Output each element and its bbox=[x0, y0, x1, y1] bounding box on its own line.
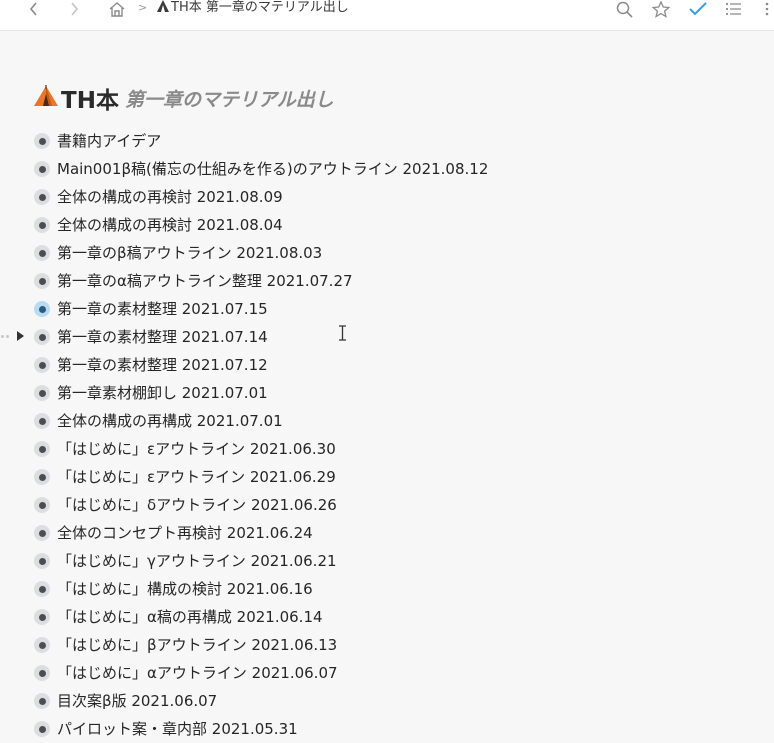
list-item-label[interactable]: 「はじめに」βアウトライン 2021.06.13 bbox=[57, 631, 337, 659]
bullet-icon[interactable] bbox=[34, 637, 50, 653]
list-item-label[interactable]: 「はじめに」構成の検討 2021.06.16 bbox=[57, 575, 313, 603]
list-item[interactable]: 「はじめに」εアウトライン 2021.06.30 bbox=[0, 435, 774, 463]
list-item-label[interactable]: 「はじめに」εアウトライン 2021.06.30 bbox=[57, 435, 336, 463]
list-item-label[interactable]: 第一章のα稿アウトライン整理 2021.07.27 bbox=[57, 267, 353, 295]
tent-emoji bbox=[33, 85, 59, 111]
chevron-right-icon: > bbox=[138, 1, 148, 14]
bullet-icon[interactable] bbox=[34, 497, 50, 513]
list-item-label[interactable]: Main001β稿(備忘の仕組みを作る)のアウトライン 2021.08.12 bbox=[57, 155, 488, 183]
list-item-label[interactable]: 全体の構成の再検討 2021.08.04 bbox=[57, 211, 283, 239]
bullet-icon[interactable] bbox=[34, 329, 50, 345]
list-item[interactable]: 第一章の素材整理 2021.07.15 bbox=[0, 295, 774, 323]
more-icon[interactable] bbox=[762, 0, 772, 18]
star-icon[interactable] bbox=[651, 0, 671, 18]
bullet-icon[interactable] bbox=[34, 133, 50, 149]
list-item-label[interactable]: 第一章の素材整理 2021.07.12 bbox=[57, 351, 268, 379]
bullet-icon[interactable] bbox=[34, 245, 50, 261]
bullet-icon[interactable] bbox=[34, 413, 50, 429]
bullet-icon[interactable] bbox=[34, 581, 50, 597]
list-item[interactable]: 書籍内アイデア bbox=[0, 127, 774, 155]
list-item-label[interactable]: 第一章のβ稿アウトライン 2021.08.03 bbox=[57, 239, 322, 267]
list-item[interactable]: パイロット案・章内部 2021.05.31 bbox=[0, 715, 774, 743]
list-item-label[interactable]: 第一章の素材整理 2021.07.15 bbox=[57, 295, 268, 323]
page-title[interactable]: TH本 第一章のマテリアル出し bbox=[33, 82, 334, 114]
list-item-label[interactable]: 「はじめに」αアウトライン 2021.06.07 bbox=[57, 659, 338, 687]
bullet-icon[interactable] bbox=[34, 553, 50, 569]
list-item[interactable]: 全体のコンセプト再検討 2021.06.24 bbox=[0, 519, 774, 547]
list-item[interactable]: Main001β稿(備忘の仕組みを作る)のアウトライン 2021.08.12 bbox=[0, 155, 774, 183]
bullet-icon[interactable] bbox=[34, 693, 50, 709]
list-item-label[interactable]: 全体のコンセプト再検討 2021.06.24 bbox=[57, 519, 313, 547]
list-item-label[interactable]: 全体の構成の再検討 2021.08.09 bbox=[57, 183, 283, 211]
bullet-icon[interactable] bbox=[34, 441, 50, 457]
search-icon[interactable] bbox=[614, 0, 634, 18]
list-item[interactable]: 第一章の素材整理 2021.07.12 bbox=[0, 351, 774, 379]
list-item[interactable]: 第一章のα稿アウトライン整理 2021.07.27 bbox=[0, 267, 774, 295]
list-icon[interactable] bbox=[724, 0, 742, 18]
list-item-label[interactable]: 「はじめに」εアウトライン 2021.06.29 bbox=[57, 463, 336, 491]
bullet-icon[interactable] bbox=[34, 469, 50, 485]
bullet-icon[interactable] bbox=[34, 161, 50, 177]
list-item[interactable]: 第一章の素材整理 2021.07.14 bbox=[0, 323, 774, 351]
checkmark-icon[interactable] bbox=[687, 0, 709, 18]
list-item-label[interactable]: 第一章素材棚卸し 2021.07.01 bbox=[57, 379, 268, 407]
list-item[interactable]: 全体の構成の再検討 2021.08.09 bbox=[0, 183, 774, 211]
bullet-icon[interactable] bbox=[34, 609, 50, 625]
list-item-label[interactable]: 全体の構成の再構成 2021.07.01 bbox=[57, 407, 283, 435]
page-title-text: TH本 bbox=[61, 88, 119, 114]
bullet-icon[interactable] bbox=[34, 189, 50, 205]
back-arrow-icon[interactable] bbox=[26, 0, 42, 18]
forward-arrow-icon[interactable] bbox=[66, 0, 82, 18]
list-item[interactable]: 「はじめに」δアウトライン 2021.06.26 bbox=[0, 491, 774, 519]
home-icon[interactable] bbox=[107, 0, 127, 18]
list-item[interactable]: 「はじめに」γアウトライン 2021.06.21 bbox=[0, 547, 774, 575]
list-item[interactable]: 第一章素材棚卸し 2021.07.01 bbox=[0, 379, 774, 407]
bullet-icon[interactable] bbox=[34, 721, 50, 737]
breadcrumb-label: TH本 第一章のマテリアル出し bbox=[171, 0, 349, 15]
list-item[interactable]: 全体の構成の再検討 2021.08.04 bbox=[0, 211, 774, 239]
outline-list: 書籍内アイデア Main001β稿(備忘の仕組みを作る)のアウトライン 2021.… bbox=[0, 127, 774, 743]
bullet-icon[interactable] bbox=[34, 385, 50, 401]
document-body: TH本 第一章のマテリアル出し 書籍内アイデア Main001β稿(備忘の仕組みを… bbox=[0, 57, 774, 738]
list-item[interactable]: 目次案β版 2021.06.07 bbox=[0, 687, 774, 715]
text-cursor-icon bbox=[339, 325, 346, 341]
drag-handle-icon[interactable] bbox=[1, 335, 9, 338]
bullet-icon[interactable] bbox=[34, 217, 50, 233]
list-item-label[interactable]: 目次案β版 2021.06.07 bbox=[57, 687, 217, 715]
expand-arrow-icon[interactable] bbox=[17, 331, 24, 341]
bullet-icon[interactable] bbox=[34, 273, 50, 289]
list-item[interactable]: 「はじめに」構成の検討 2021.06.16 bbox=[0, 575, 774, 603]
list-item-label[interactable]: 「はじめに」γアウトライン 2021.06.21 bbox=[57, 547, 337, 575]
bullet-icon[interactable] bbox=[34, 357, 50, 373]
bullet-icon[interactable] bbox=[34, 525, 50, 541]
list-item[interactable]: 「はじめに」εアウトライン 2021.06.29 bbox=[0, 463, 774, 491]
list-item-label[interactable]: 書籍内アイデア bbox=[57, 127, 161, 155]
tent-emoji bbox=[157, 0, 169, 17]
bullet-icon[interactable] bbox=[34, 301, 50, 317]
list-item-label[interactable]: 「はじめに」δアウトライン 2021.06.26 bbox=[57, 491, 337, 519]
list-item-label[interactable]: パイロット案・章内部 2021.05.31 bbox=[57, 715, 298, 743]
list-item[interactable]: 「はじめに」α稿の再構成 2021.06.14 bbox=[0, 603, 774, 631]
page-subtitle: 第一章のマテリアル出し bbox=[124, 88, 334, 111]
list-item[interactable]: 第一章のβ稿アウトライン 2021.08.03 bbox=[0, 239, 774, 267]
list-item[interactable]: 「はじめに」αアウトライン 2021.06.07 bbox=[0, 659, 774, 687]
list-item-label[interactable]: 第一章の素材整理 2021.07.14 bbox=[57, 323, 268, 351]
bullet-icon[interactable] bbox=[34, 665, 50, 681]
list-item[interactable]: 全体の構成の再構成 2021.07.01 bbox=[0, 407, 774, 435]
list-item-label[interactable]: 「はじめに」α稿の再構成 2021.06.14 bbox=[57, 603, 323, 631]
list-item[interactable]: 「はじめに」βアウトライン 2021.06.13 bbox=[0, 631, 774, 659]
breadcrumb[interactable]: TH本 第一章のマテリアル出し bbox=[157, 0, 349, 16]
top-bar: > TH本 第一章のマテリアル出し bbox=[0, 0, 774, 31]
